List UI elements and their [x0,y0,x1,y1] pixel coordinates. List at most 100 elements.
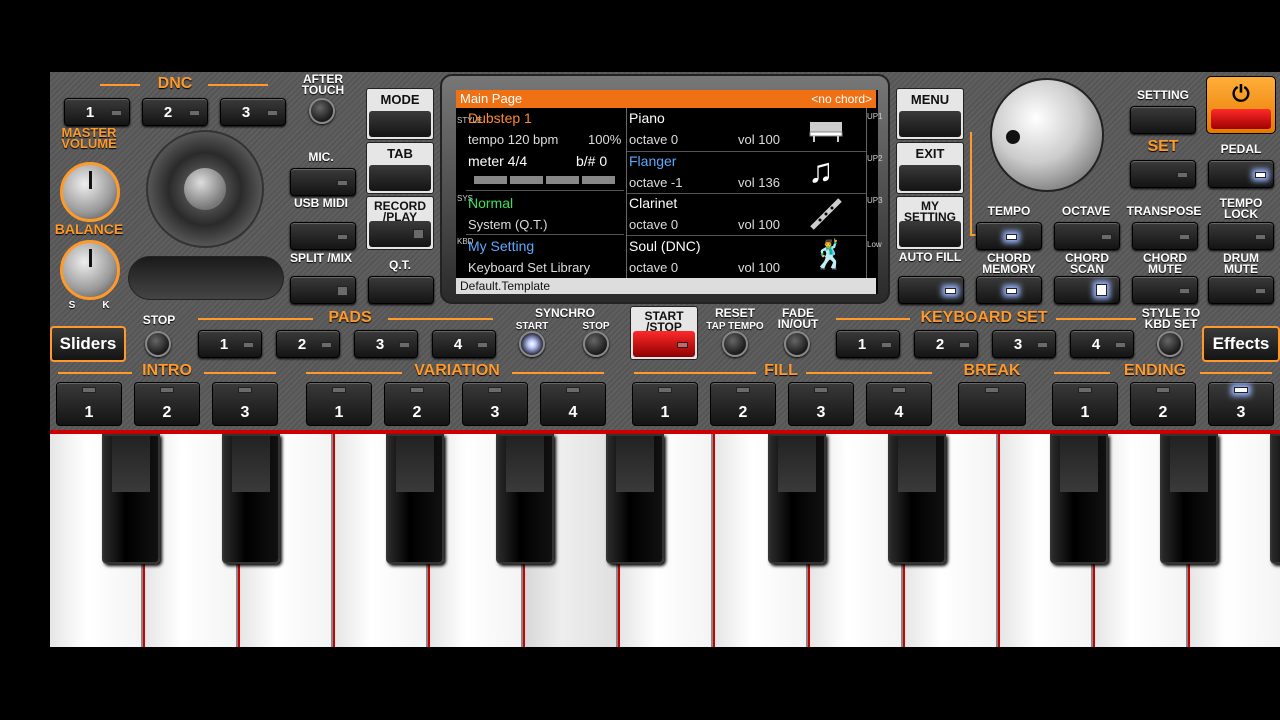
up3-name[interactable]: Clarinet [629,195,677,211]
pad-button-4[interactable]: 4 [432,330,496,358]
fade-button[interactable] [784,331,810,357]
set-button[interactable] [1130,160,1196,188]
balance-knob[interactable] [60,240,120,300]
keyboard-set-button-2[interactable]: 2 [914,330,978,358]
ending-button-1-label: 1 [1080,404,1090,421]
intro-button-3[interactable]: 3 [212,382,278,426]
exit-button[interactable]: EXIT [896,142,964,194]
dancer-icon: 🕺 [812,239,847,270]
ending-button-3[interactable]: 3 [1208,382,1274,426]
black-key[interactable] [606,434,664,564]
variation-button-4[interactable]: 4 [540,382,606,426]
drum-mute-button[interactable] [1208,276,1274,304]
black-key[interactable] [102,434,160,564]
up1-name[interactable]: Piano [629,110,665,126]
ending-line-right [1200,372,1272,374]
variation-button-1[interactable]: 1 [306,382,372,426]
exit-label: EXIT [915,146,945,161]
tab-button[interactable]: TAB [366,142,434,194]
my-setting-button[interactable]: MY SETTING [896,196,964,250]
synchro-start-button[interactable] [519,331,545,357]
pads-stop-button[interactable] [145,331,171,357]
up2-name[interactable]: Flanger [629,153,676,169]
fill-button-4[interactable]: 4 [866,382,932,426]
reset-button[interactable] [722,331,748,357]
led [337,286,348,296]
led [1234,387,1248,393]
black-key[interactable] [496,434,554,564]
intro-button-2[interactable]: 2 [134,382,200,426]
chord-mute-button[interactable] [1132,276,1198,304]
joystick[interactable] [146,130,264,248]
fill-button-2[interactable]: 2 [710,382,776,426]
low-volume: vol 100 [738,260,780,275]
ending-button-2[interactable]: 2 [1130,382,1196,426]
black-key[interactable] [222,434,280,564]
auto-fill-label: AUTO FILL [898,250,962,264]
power-button[interactable]: ⏻ [1206,76,1276,134]
black-key[interactable] [1270,434,1280,564]
black-key[interactable] [888,434,946,564]
sliders-button[interactable]: Sliders [50,326,126,362]
pedal-button[interactable] [1208,160,1274,188]
style-name[interactable]: Dubstep 1 [468,110,532,126]
tempo-button[interactable] [976,222,1042,250]
header-chord: <no chord> [811,92,872,106]
kbdset-line-right [1056,318,1136,320]
usb-midi-button[interactable] [290,222,356,250]
up1-volume: vol 100 [738,132,780,147]
fill-button-2-label: 2 [738,404,748,421]
style-to-kbd-button[interactable] [1157,331,1183,357]
black-key[interactable] [1160,434,1218,564]
black-key[interactable] [386,434,444,564]
start-stop-button[interactable]: START /STOP [630,306,698,360]
control-panel: DNC 1 2 3 AFTER TOUCH MASTER VOLUME BALA… [50,72,1280,434]
after-touch-button[interactable] [309,98,335,124]
chord-scan-button[interactable] [1054,276,1120,304]
master-volume-knob[interactable] [60,162,120,222]
dnc-button-3[interactable]: 3 [220,98,286,126]
led [321,342,332,348]
mic-button[interactable] [290,168,356,196]
keyboard-set-button-1[interactable]: 1 [836,330,900,358]
mode-button[interactable]: MODE [366,88,434,140]
auto-fill-button[interactable] [898,276,964,304]
record-play-button[interactable]: RECORD /PLAY [366,196,434,250]
octave-button[interactable] [1054,222,1120,250]
setting-button[interactable] [1130,106,1196,134]
intro-button-1[interactable]: 1 [56,382,122,426]
kbd-name[interactable]: My Setting [468,238,534,254]
pads-line-right [388,318,493,320]
fill-button-3[interactable]: 3 [788,382,854,426]
fill-button-1[interactable]: 1 [632,382,698,426]
qt-button[interactable] [368,276,434,304]
dnc-button-1[interactable]: 1 [64,98,130,126]
intro-line-left [58,372,132,374]
chord-memory-button[interactable] [976,276,1042,304]
split-mix-button[interactable] [290,276,356,304]
display-header: Main Page <no chord> [456,90,876,108]
effects-button[interactable]: Effects [1202,326,1280,362]
piano-keyboard [50,430,1280,647]
keyboard-set-button-3[interactable]: 3 [992,330,1056,358]
low-octave: octave 0 [629,260,679,275]
variation-button-3[interactable]: 3 [462,382,528,426]
black-key[interactable] [768,434,826,564]
ending-button-1[interactable]: 1 [1052,382,1118,426]
black-key[interactable] [1050,434,1108,564]
break-button[interactable] [958,382,1026,426]
low-name[interactable]: Soul (DNC) [629,238,701,254]
sys-name[interactable]: Normal [468,195,513,211]
keyboard-set-button-4[interactable]: 4 [1070,330,1134,358]
pad-button-3[interactable]: 3 [354,330,418,358]
data-dial[interactable] [990,78,1104,192]
pad-button-2[interactable]: 2 [276,330,340,358]
pitch-bend-slot[interactable] [128,256,284,300]
variation-button-2[interactable]: 2 [384,382,450,426]
transpose-button[interactable] [1132,222,1198,250]
synchro-stop-button[interactable] [583,331,609,357]
tempo-lock-button[interactable] [1208,222,1274,250]
dnc-button-2[interactable]: 2 [142,98,208,126]
menu-button[interactable]: MENU [896,88,964,140]
pad-button-1[interactable]: 1 [198,330,262,358]
